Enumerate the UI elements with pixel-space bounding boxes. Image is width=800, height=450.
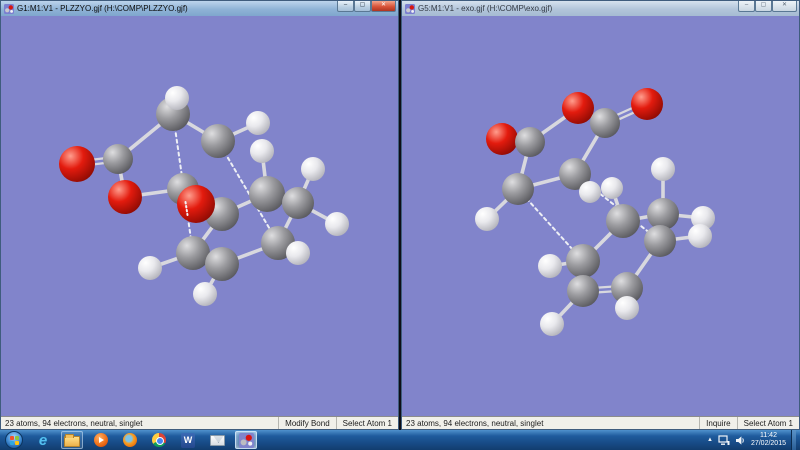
selection-hint: Select Atom 1 [736,417,799,429]
gaussview-window-endo: G1:M1:V1 - PLZZYO.gjf (H:\COMP\PLZZYO.gj… [0,0,399,430]
window-controls: – ▢ ✕ [738,1,797,12]
chrome-icon [152,433,166,447]
molecule-model-endo[interactable] [1,16,398,416]
taskbar-item-internet-explorer[interactable]: e [32,431,54,449]
media-player-icon [94,433,108,447]
statusbar: 23 atoms, 94 electrons, neutral, singlet… [402,416,799,429]
minimize-button[interactable]: – [337,1,354,12]
molecule-summary: 23 atoms, 94 electrons, neutral, singlet [5,418,143,428]
titlebar[interactable]: G5:M1:V1 - exo.gjf (H:\COMP\exo.gjf) – ▢… [402,1,799,16]
clock-date: 27/02/2015 [750,440,786,447]
gaussview-app-icon [4,3,14,14]
maximize-button[interactable]: ▢ [755,1,772,12]
taskbar-item-chrome[interactable] [148,431,170,449]
gaussview-app-icon [405,3,415,14]
taskbar-clock[interactable]: 11:42 27/02/2015 [751,432,786,449]
statusbar: 23 atoms, 94 electrons, neutral, singlet… [1,416,398,429]
window-title: G1:M1:V1 - PLZZYO.gjf (H:\COMP\PLZZYO.gj… [17,4,188,13]
molecule-viewport[interactable] [402,16,799,416]
windows-start-icon [5,431,23,449]
network-icon[interactable] [718,434,730,446]
gaussview-window-exo: G5:M1:V1 - exo.gjf (H:\COMP\exo.gjf) – ▢… [401,0,800,430]
mode-indicator: Modify Bond [278,417,335,429]
folder-icon [64,434,80,447]
molecule-model-exo[interactable] [402,16,799,416]
system-tray: ▲ 11:42 27/02/2015 [707,430,797,450]
taskbar-item-gaussview[interactable] [235,431,257,449]
clock-time: 11:42 [759,431,777,439]
selection-hint: Select Atom 1 [335,417,398,429]
show-desktop-button[interactable] [791,430,796,450]
volume-icon[interactable] [735,435,746,446]
molecule-summary: 23 atoms, 94 electrons, neutral, singlet [406,418,544,428]
taskbar-item-firefox[interactable] [119,431,141,449]
minimize-button[interactable]: – [738,1,755,12]
hidden-icons-arrow[interactable]: ▲ [707,437,713,443]
maximize-button[interactable]: ▢ [354,1,371,12]
window-controls: – ▢ ✕ [337,1,396,12]
mail-envelope-icon [209,434,225,446]
start-button[interactable] [3,431,25,449]
taskbar-item-media-player[interactable] [90,431,112,449]
titlebar[interactable]: G1:M1:V1 - PLZZYO.gjf (H:\COMP\PLZZYO.gj… [1,1,398,16]
close-button[interactable]: ✕ [371,1,396,12]
taskbar-item-mail[interactable] [206,431,228,449]
mode-indicator: Inquire [699,417,736,429]
molecule-viewport[interactable] [1,16,398,416]
window-title: G5:M1:V1 - exo.gjf (H:\COMP\exo.gjf) [418,4,553,13]
close-button[interactable]: ✕ [772,1,797,12]
firefox-icon [123,433,137,447]
taskbar-item-word[interactable]: W [177,431,199,449]
gaussview-icon [238,432,254,448]
word-icon: W [181,432,195,448]
internet-explorer-icon: e [38,431,48,449]
taskbar-item-windows-explorer[interactable] [61,431,83,449]
taskbar: e W ▲ 11:42 27/02/2015 [0,430,800,450]
